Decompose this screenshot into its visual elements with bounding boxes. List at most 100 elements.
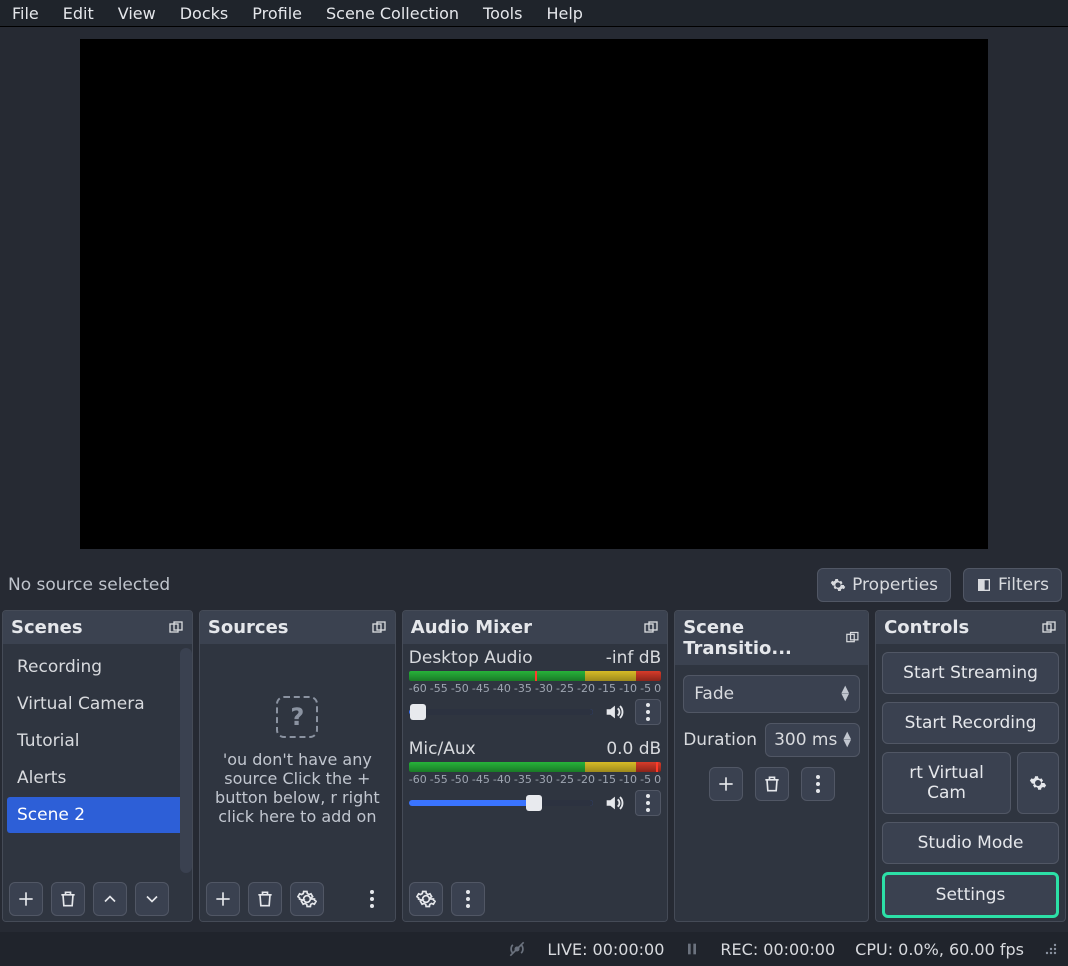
remove-scene-button[interactable] bbox=[51, 882, 85, 916]
menu-edit[interactable]: Edit bbox=[55, 2, 102, 25]
menu-view[interactable]: View bbox=[110, 2, 164, 25]
status-bar: LIVE: 00:00:00 REC: 00:00:00 CPU: 0.0%, … bbox=[0, 932, 1068, 966]
filters-button[interactable]: Filters bbox=[963, 568, 1062, 602]
menu-profile[interactable]: Profile bbox=[244, 2, 310, 25]
scene-item[interactable]: Recording bbox=[7, 649, 188, 685]
sources-body[interactable]: ? 'ou don't have any source Click the + … bbox=[200, 644, 395, 877]
controls-title: Controls bbox=[884, 617, 969, 638]
audio-meter bbox=[409, 762, 661, 772]
popout-icon[interactable] bbox=[845, 630, 860, 646]
settings-button[interactable]: Settings bbox=[882, 872, 1059, 918]
remove-transition-button[interactable] bbox=[755, 767, 789, 801]
preview-canvas[interactable] bbox=[80, 39, 988, 549]
audio-mixer-dock: Audio Mixer Desktop Audio-inf dB -60-55-… bbox=[402, 610, 668, 922]
speaker-icon bbox=[603, 792, 625, 814]
source-selection-status: No source selected bbox=[6, 575, 170, 595]
kebab-icon bbox=[646, 703, 650, 721]
mute-button[interactable] bbox=[601, 699, 627, 725]
scene-item[interactable]: Scene 2 bbox=[7, 797, 188, 833]
add-transition-button[interactable] bbox=[709, 767, 743, 801]
transition-select[interactable]: Fade ▲▼ bbox=[683, 675, 860, 713]
duration-value: 300 ms bbox=[774, 730, 837, 750]
studio-mode-button[interactable]: Studio Mode bbox=[882, 822, 1059, 864]
filters-icon bbox=[976, 577, 992, 593]
gear-icon bbox=[830, 577, 846, 593]
scrollbar[interactable] bbox=[180, 648, 192, 873]
mixer-channel: Desktop Audio-inf dB -60-55-50-45-40-35-… bbox=[409, 648, 661, 725]
source-menu-button[interactable] bbox=[355, 882, 389, 916]
scene-item[interactable]: Virtual Camera bbox=[7, 686, 188, 722]
scenes-body: RecordingVirtual CameraTutorialAlertsSce… bbox=[3, 644, 192, 877]
docks-row: Scenes RecordingVirtual CameraTutorialAl… bbox=[0, 610, 1068, 922]
properties-button[interactable]: Properties bbox=[817, 568, 951, 602]
plus-icon bbox=[716, 774, 736, 794]
move-scene-down-button[interactable] bbox=[135, 882, 169, 916]
placeholder-icon: ? bbox=[276, 696, 318, 738]
start-virtual-cam-button[interactable]: rt Virtual Cam bbox=[882, 752, 1011, 814]
sources-toolbar bbox=[200, 877, 395, 921]
menu-scene-collection[interactable]: Scene Collection bbox=[318, 2, 467, 25]
mixer-channel: Mic/Aux0.0 dB -60-55-50-45-40-35-30-25-2… bbox=[409, 739, 661, 816]
advanced-audio-button[interactable] bbox=[409, 882, 443, 916]
kebab-icon bbox=[370, 890, 374, 908]
sources-dock: Sources ? 'ou don't have any source Clic… bbox=[199, 610, 396, 922]
transitions-body: Fade ▲▼ Duration 300 ms ▲▼ bbox=[675, 665, 868, 921]
scene-list: RecordingVirtual CameraTutorialAlertsSce… bbox=[3, 644, 192, 838]
add-source-button[interactable] bbox=[206, 882, 240, 916]
popout-icon[interactable] bbox=[168, 620, 184, 636]
mixer-menu-button[interactable] bbox=[451, 882, 485, 916]
mixer-header: Audio Mixer bbox=[403, 611, 667, 644]
scenes-title: Scenes bbox=[11, 617, 83, 638]
popout-icon[interactable] bbox=[1041, 620, 1057, 636]
channel-menu-button[interactable] bbox=[635, 790, 661, 816]
mute-button[interactable] bbox=[601, 790, 627, 816]
source-context-bar: No source selected Properties Filters bbox=[0, 560, 1068, 610]
chevron-down-icon bbox=[142, 889, 162, 909]
sources-title: Sources bbox=[208, 617, 289, 638]
channel-menu-button[interactable] bbox=[635, 699, 661, 725]
virtual-cam-row: rt Virtual Cam bbox=[882, 752, 1059, 814]
transition-menu-button[interactable] bbox=[801, 767, 835, 801]
volume-slider[interactable] bbox=[409, 709, 593, 715]
updown-icon: ▲▼ bbox=[843, 732, 851, 748]
volume-slider[interactable] bbox=[409, 800, 593, 806]
popout-icon[interactable] bbox=[371, 620, 387, 636]
gear-icon bbox=[416, 889, 436, 909]
mixer-toolbar bbox=[403, 877, 667, 921]
channel-level: 0.0 dB bbox=[606, 739, 661, 759]
sources-empty-state: ? 'ou don't have any source Click the + … bbox=[200, 644, 395, 877]
menu-file[interactable]: File bbox=[4, 2, 47, 25]
filters-label: Filters bbox=[998, 575, 1049, 595]
start-recording-button[interactable]: Start Recording bbox=[882, 702, 1059, 744]
transitions-title: Scene Transitio... bbox=[683, 617, 845, 659]
channel-name: Mic/Aux bbox=[409, 739, 476, 759]
controls-dock: Controls Start Streaming Start Recording… bbox=[875, 610, 1066, 922]
kebab-icon bbox=[466, 890, 470, 908]
status-rec: REC: 00:00:00 bbox=[720, 940, 835, 959]
scene-item[interactable]: Tutorial bbox=[7, 723, 188, 759]
updown-icon: ▲▼ bbox=[841, 686, 849, 702]
duration-input[interactable]: 300 ms ▲▼ bbox=[765, 723, 860, 757]
properties-label: Properties bbox=[852, 575, 938, 595]
status-live: LIVE: 00:00:00 bbox=[547, 940, 664, 959]
scenes-dock: Scenes RecordingVirtual CameraTutorialAl… bbox=[2, 610, 193, 922]
move-scene-up-button[interactable] bbox=[93, 882, 127, 916]
popout-icon[interactable] bbox=[643, 620, 659, 636]
menu-docks[interactable]: Docks bbox=[172, 2, 237, 25]
source-properties-button[interactable] bbox=[290, 882, 324, 916]
sources-header: Sources bbox=[200, 611, 395, 644]
transition-buttons bbox=[683, 767, 860, 801]
add-scene-button[interactable] bbox=[9, 882, 43, 916]
transitions-header: Scene Transitio... bbox=[675, 611, 868, 665]
menu-tools[interactable]: Tools bbox=[475, 2, 530, 25]
start-streaming-button[interactable]: Start Streaming bbox=[882, 652, 1059, 694]
remove-source-button[interactable] bbox=[248, 882, 282, 916]
menu-help[interactable]: Help bbox=[538, 2, 590, 25]
resize-grip-icon[interactable] bbox=[1044, 942, 1058, 956]
speaker-icon bbox=[603, 701, 625, 723]
scenes-header: Scenes bbox=[3, 611, 192, 644]
scene-item[interactable]: Alerts bbox=[7, 760, 188, 796]
virtual-cam-settings-button[interactable] bbox=[1017, 752, 1059, 814]
controls-body: Start Streaming Start Recording rt Virtu… bbox=[876, 644, 1065, 921]
kebab-icon bbox=[646, 794, 650, 812]
